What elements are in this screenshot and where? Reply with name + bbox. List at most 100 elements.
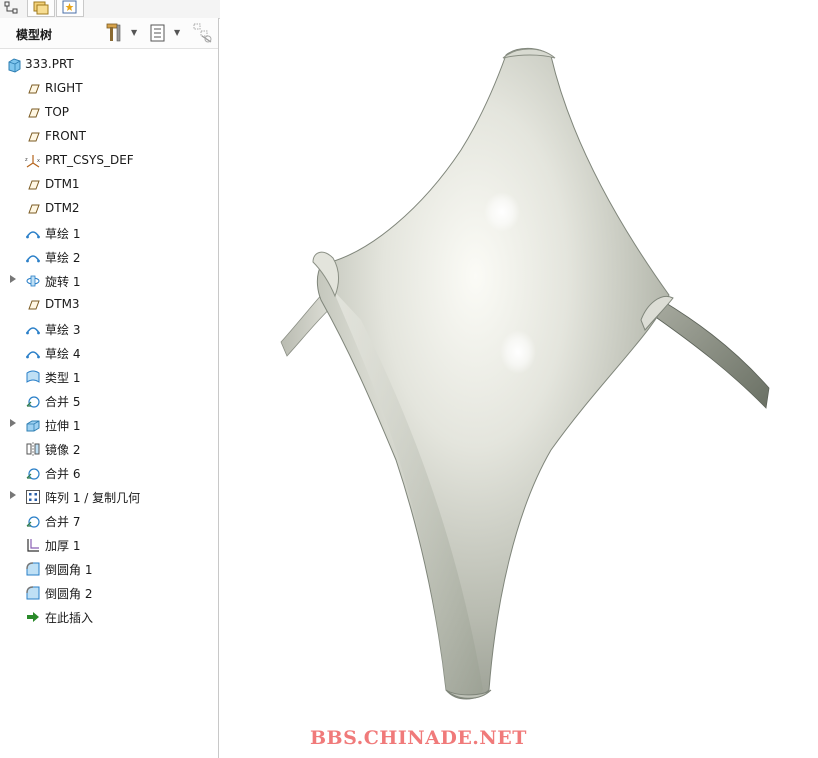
favorites-tab[interactable] bbox=[56, 0, 84, 17]
revolve-icon bbox=[25, 273, 41, 289]
thicken-icon bbox=[25, 537, 41, 553]
tree-item-label: DTM1 bbox=[45, 177, 80, 191]
tree-item-label: 在此插入 bbox=[45, 611, 94, 625]
tree-item-label: 倒圆角 2 bbox=[45, 587, 93, 601]
panel-tab-strip bbox=[0, 0, 220, 19]
csys-icon: zx bbox=[25, 153, 41, 169]
part-icon bbox=[6, 57, 22, 73]
insert-here-icon bbox=[25, 609, 41, 625]
tree-item-label: PRT_CSYS_DEF bbox=[45, 153, 134, 167]
tree-item-label: 拉伸 1 bbox=[45, 419, 81, 433]
tree-item-label: 合并 5 bbox=[45, 395, 81, 409]
tree-item[interactable]: 倒圆角 1 bbox=[0, 557, 218, 579]
tree-item-label: 合并 6 bbox=[45, 467, 81, 481]
tree-item-label: TOP bbox=[45, 105, 70, 119]
tree-item-label: 加厚 1 bbox=[45, 539, 81, 553]
tree-item[interactable]: z x PRT_CSYS_DEF bbox=[0, 149, 218, 171]
model-right-arm bbox=[656, 299, 770, 409]
tree-item-label: 旋转 1 bbox=[45, 275, 81, 289]
sketch-icon bbox=[25, 345, 41, 361]
tree-item[interactable]: 加厚 1 bbox=[0, 533, 218, 555]
tree-item-label: DTM3 bbox=[45, 297, 80, 311]
datum-plane-icon bbox=[25, 105, 41, 121]
svg-text:x: x bbox=[37, 158, 40, 164]
graphics-viewport[interactable] bbox=[221, 0, 818, 758]
model-highlight-lower bbox=[500, 330, 536, 374]
tree-item-label: 倒圆角 1 bbox=[45, 563, 93, 577]
sketch-icon bbox=[25, 225, 41, 241]
settings-button[interactable]: ▼ bbox=[104, 22, 140, 44]
tree-item-label: 333.PRT bbox=[25, 57, 74, 71]
tree-item[interactable]: DTM1 bbox=[0, 173, 218, 195]
show-icon bbox=[150, 24, 165, 42]
expand-arrow-icon[interactable] bbox=[10, 491, 16, 499]
model-tree-panel: 模型树 ▼ ▼ 333.PRT RIGHT TOP FRONT z x PRT_… bbox=[0, 18, 219, 758]
round-icon bbox=[25, 585, 41, 601]
tree-item-label: 镜像 2 bbox=[45, 443, 81, 457]
tree-item-label: 草绘 4 bbox=[45, 347, 81, 361]
show-button[interactable]: ▼ bbox=[148, 22, 184, 44]
folder-icon bbox=[33, 1, 49, 15]
model-highlight-upper bbox=[484, 192, 520, 232]
tree-item[interactable]: DTM2 bbox=[0, 197, 218, 219]
sketch-icon bbox=[25, 249, 41, 265]
tree-item[interactable]: 合并 5 bbox=[0, 389, 218, 411]
expand-arrow-icon[interactable] bbox=[10, 419, 16, 427]
tree-item[interactable]: 在此插入 bbox=[0, 605, 218, 627]
3d-model-view[interactable] bbox=[221, 0, 818, 758]
extrude-icon bbox=[25, 417, 41, 433]
star-icon bbox=[62, 0, 77, 14]
tree-item[interactable]: FRONT bbox=[0, 125, 218, 147]
filter-icon bbox=[193, 23, 212, 43]
expand-arrow-icon[interactable] bbox=[10, 275, 16, 283]
merge-icon bbox=[25, 465, 41, 481]
tree-item[interactable]: DTM3 bbox=[0, 293, 218, 315]
svg-text:z: z bbox=[25, 157, 28, 163]
tree-item-label: 阵列 1 / 复制几何 bbox=[45, 491, 141, 505]
mirror-icon bbox=[25, 441, 41, 457]
pattern-icon bbox=[25, 489, 41, 505]
settings-dropdown-caret[interactable]: ▼ bbox=[131, 28, 137, 37]
tree-item[interactable]: 倒圆角 2 bbox=[0, 581, 218, 603]
boundary-blend-icon bbox=[25, 369, 41, 385]
folder-browser-tab[interactable] bbox=[27, 0, 55, 17]
watermark-text: BBS.CHINADE.NET bbox=[310, 727, 527, 749]
show-dropdown-caret[interactable]: ▼ bbox=[174, 28, 180, 37]
merge-icon bbox=[25, 393, 41, 409]
tree-item[interactable]: 阵列 1 / 复制几何 bbox=[0, 485, 218, 507]
tree-item[interactable]: 草绘 4 bbox=[0, 341, 218, 363]
datum-plane-icon bbox=[25, 81, 41, 97]
tree-item-label: 类型 1 bbox=[45, 371, 81, 385]
tree-item[interactable]: 草绘 3 bbox=[0, 317, 218, 339]
tree-item-label: 草绘 3 bbox=[45, 323, 81, 337]
tree-item-label: DTM2 bbox=[45, 201, 80, 215]
merge-icon bbox=[25, 513, 41, 529]
tree-item-label: 草绘 2 bbox=[45, 251, 81, 265]
tree-item[interactable]: 拉伸 1 bbox=[0, 413, 218, 435]
panel-title: 模型树 bbox=[16, 28, 53, 42]
tree-item[interactable]: 镜像 2 bbox=[0, 437, 218, 459]
tree-item[interactable]: 类型 1 bbox=[0, 365, 218, 387]
datum-plane-icon bbox=[25, 297, 41, 313]
tree-item[interactable]: 合并 7 bbox=[0, 509, 218, 531]
tree-item-label: 草绘 1 bbox=[45, 227, 81, 241]
tree-item[interactable]: 草绘 2 bbox=[0, 245, 218, 267]
tree-root-item[interactable]: 333.PRT bbox=[0, 53, 218, 75]
round-icon bbox=[25, 561, 41, 577]
tree-item[interactable]: 合并 6 bbox=[0, 461, 218, 483]
tree-item[interactable]: 旋转 1 bbox=[0, 269, 218, 291]
sketch-icon bbox=[25, 321, 41, 337]
model-tree-tab[interactable] bbox=[0, 0, 26, 17]
settings-icon bbox=[106, 23, 121, 42]
tree-item[interactable]: 草绘 1 bbox=[0, 221, 218, 243]
filter-button[interactable] bbox=[192, 22, 214, 44]
tree-icon bbox=[4, 1, 18, 14]
tree-item-label: RIGHT bbox=[45, 81, 83, 95]
datum-plane-icon bbox=[25, 201, 41, 217]
tree-item[interactable]: TOP bbox=[0, 101, 218, 123]
tree-item-label: FRONT bbox=[45, 129, 86, 143]
tree-item[interactable]: RIGHT bbox=[0, 77, 218, 99]
model-tree-header: 模型树 ▼ ▼ bbox=[0, 18, 218, 49]
datum-plane-icon bbox=[25, 177, 41, 193]
datum-plane-icon bbox=[25, 129, 41, 145]
